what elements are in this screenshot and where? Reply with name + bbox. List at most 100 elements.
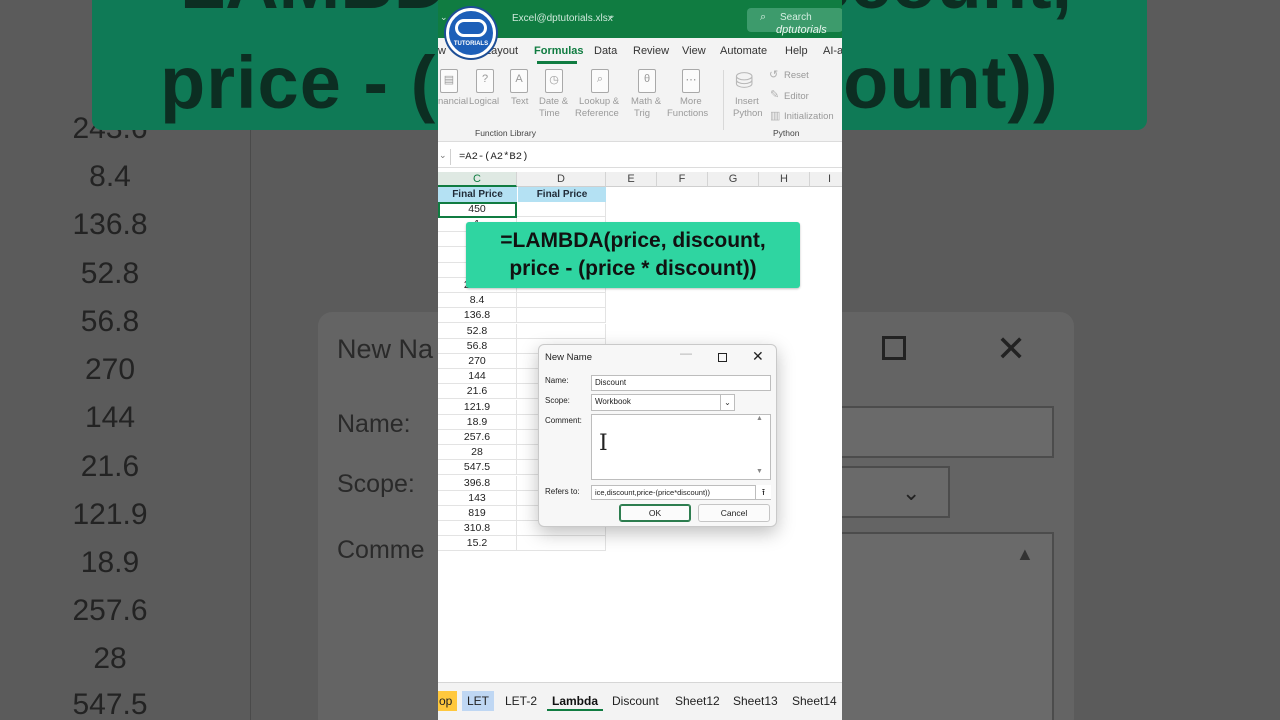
cell-c[interactable]: 257.6 (438, 430, 517, 445)
ribbon-math-label[interactable]: Math & (631, 96, 661, 108)
chevron-down-icon[interactable]: ⌄ (608, 10, 616, 21)
financial-icon[interactable]: ▤ (440, 69, 458, 93)
cell-c[interactable]: 121.9 (438, 399, 517, 415)
header-cell-d[interactable]: Final Price (517, 187, 606, 202)
tab-formulas[interactable]: Formulas (534, 45, 584, 57)
column-header-e[interactable]: E (606, 172, 657, 187)
cell-c[interactable]: 21.6 (438, 384, 517, 400)
text-function-icon[interactable]: A (510, 69, 528, 93)
tab-partial[interactable]: w (438, 45, 446, 57)
column-header-d[interactable]: D (517, 172, 606, 187)
cell-c[interactable]: 396.8 (438, 475, 517, 491)
column-header-h[interactable]: H (759, 172, 810, 187)
more-functions-icon[interactable]: ⋯ (682, 69, 700, 93)
scope-select[interactable]: Workbook (591, 394, 735, 411)
collapse-dialog-icon[interactable]: ⭱ (755, 485, 771, 499)
math-trig-icon[interactable]: θ (638, 69, 656, 93)
insert-python-label1[interactable]: Insert (735, 96, 759, 108)
cell-c[interactable]: 15.2 (438, 536, 517, 552)
python-icon[interactable]: ⛁ (735, 68, 753, 94)
sheet-tabs: op LET LET-2 Lambda Discount Sheet12 She… (438, 682, 842, 720)
initialization-icon[interactable]: ▥ (770, 109, 780, 122)
cell-c[interactable]: 8.4 (438, 293, 517, 309)
tab-automate[interactable]: Automate (720, 45, 767, 57)
sheet-tab-let[interactable]: LET (462, 691, 495, 711)
close-icon[interactable]: ✕ (752, 348, 764, 365)
bg-number: 136.8 (72, 208, 148, 241)
comment-textarea[interactable] (591, 414, 771, 480)
ribbon-time-label[interactable]: Time (539, 108, 560, 120)
tab-view[interactable]: View (682, 45, 706, 57)
sheet-tab-lambda[interactable]: Lambda (547, 691, 604, 711)
cell-d[interactable] (517, 293, 606, 309)
ribbon-lookup-label[interactable]: Lookup & (579, 96, 619, 108)
ribbon-financial-label[interactable]: nancial (438, 96, 468, 108)
ribbon-functions-label[interactable]: Functions (667, 108, 708, 120)
tab-help[interactable]: Help (785, 45, 808, 57)
cell-c[interactable]: 52.8 (438, 323, 517, 339)
tab-ai[interactable]: AI-a (823, 45, 842, 57)
ribbon-reference-label[interactable]: Reference (575, 108, 619, 120)
callout-line1: =LAMBDA(price, discount, (500, 229, 766, 252)
ribbon-logical-label[interactable]: Logical (469, 96, 499, 108)
cell-d[interactable] (517, 323, 606, 339)
sheet-tab-sheet13[interactable]: Sheet13 (728, 691, 783, 711)
python-reset[interactable]: Reset (784, 70, 809, 82)
name-field[interactable]: Discount (591, 375, 771, 391)
scroll-down-icon[interactable]: ▼ (756, 468, 763, 475)
ribbon-text-label[interactable]: Text (511, 96, 528, 108)
ribbon-trig-label[interactable]: Trig (634, 108, 650, 120)
insert-python-label2[interactable]: Python (733, 108, 763, 120)
file-name[interactable]: Excel@dptutorials.xlsx (512, 13, 613, 24)
cell-c[interactable]: 18.9 (438, 414, 517, 430)
scroll-up-icon[interactable]: ▲ (756, 415, 763, 422)
python-editor[interactable]: Editor (784, 91, 809, 103)
tab-data[interactable]: Data (594, 45, 617, 57)
cell-d[interactable] (517, 536, 606, 552)
refers-to-input[interactable]: ice,discount,price-(price*discount)) (591, 485, 771, 500)
bg-number: 8.4 (89, 160, 131, 193)
cell-c[interactable]: 819 (438, 506, 517, 521)
maximize-icon[interactable] (718, 353, 727, 362)
column-header-c[interactable]: C (438, 172, 517, 187)
chevron-down-icon[interactable]: ⌄ (720, 395, 734, 410)
cell-c[interactable]: 547.5 (438, 460, 517, 476)
cell-c[interactable]: 143 (438, 490, 517, 506)
editor-icon[interactable]: ✎ (770, 88, 779, 101)
text-cursor-icon: I (599, 431, 608, 456)
cell-d[interactable] (517, 308, 606, 324)
cell-c[interactable]: 310.8 (438, 521, 517, 537)
minimize-icon[interactable]: — (680, 346, 692, 360)
formula-callout: =LAMBDA(price, discount, price - (price … (466, 222, 800, 288)
ribbon-more-label[interactable]: More (680, 96, 702, 108)
sheet-tab-op[interactable]: op (438, 691, 458, 711)
ok-button[interactable]: OK (619, 504, 691, 522)
formula-input[interactable]: =A2-(A2*B2) (459, 151, 528, 163)
cell-d[interactable] (517, 202, 606, 217)
date-time-icon[interactable]: ◷ (545, 69, 563, 93)
chevron-down-icon[interactable]: ⌄ (440, 12, 448, 23)
logical-icon[interactable]: ? (476, 69, 494, 93)
chevron-down-icon[interactable]: ⌄ (439, 150, 447, 161)
header-cell-c[interactable]: Final Price (438, 187, 517, 202)
column-header-i[interactable]: I (810, 172, 842, 187)
cell-c[interactable]: 144 (438, 369, 517, 385)
lookup-icon[interactable]: ⌕ (591, 69, 609, 93)
reset-icon[interactable]: ↺ (769, 68, 778, 81)
sheet-tab-sheet12[interactable]: Sheet12 (670, 691, 725, 711)
formula-bar: ⌄ =A2-(A2*B2) (438, 146, 842, 168)
cell-c[interactable]: 136.8 (438, 308, 517, 324)
sheet-tab-sheet14[interactable]: Sheet14 (787, 691, 842, 711)
column-header-g[interactable]: G (708, 172, 759, 187)
ribbon-date-label[interactable]: Date & (539, 96, 568, 108)
column-header-f[interactable]: F (657, 172, 708, 187)
cancel-button[interactable]: Cancel (698, 504, 770, 522)
cell-c[interactable]: 28 (438, 445, 517, 461)
python-init[interactable]: Initialization (784, 111, 834, 123)
tab-review[interactable]: Review (633, 45, 669, 57)
sheet-tab-discount[interactable]: Discount (607, 691, 664, 711)
cell-c[interactable]: 270 (438, 354, 517, 369)
sheet-tab-let-2[interactable]: LET-2 (500, 691, 542, 711)
group-python: Python (773, 128, 800, 138)
cell-c[interactable]: 56.8 (438, 338, 517, 354)
